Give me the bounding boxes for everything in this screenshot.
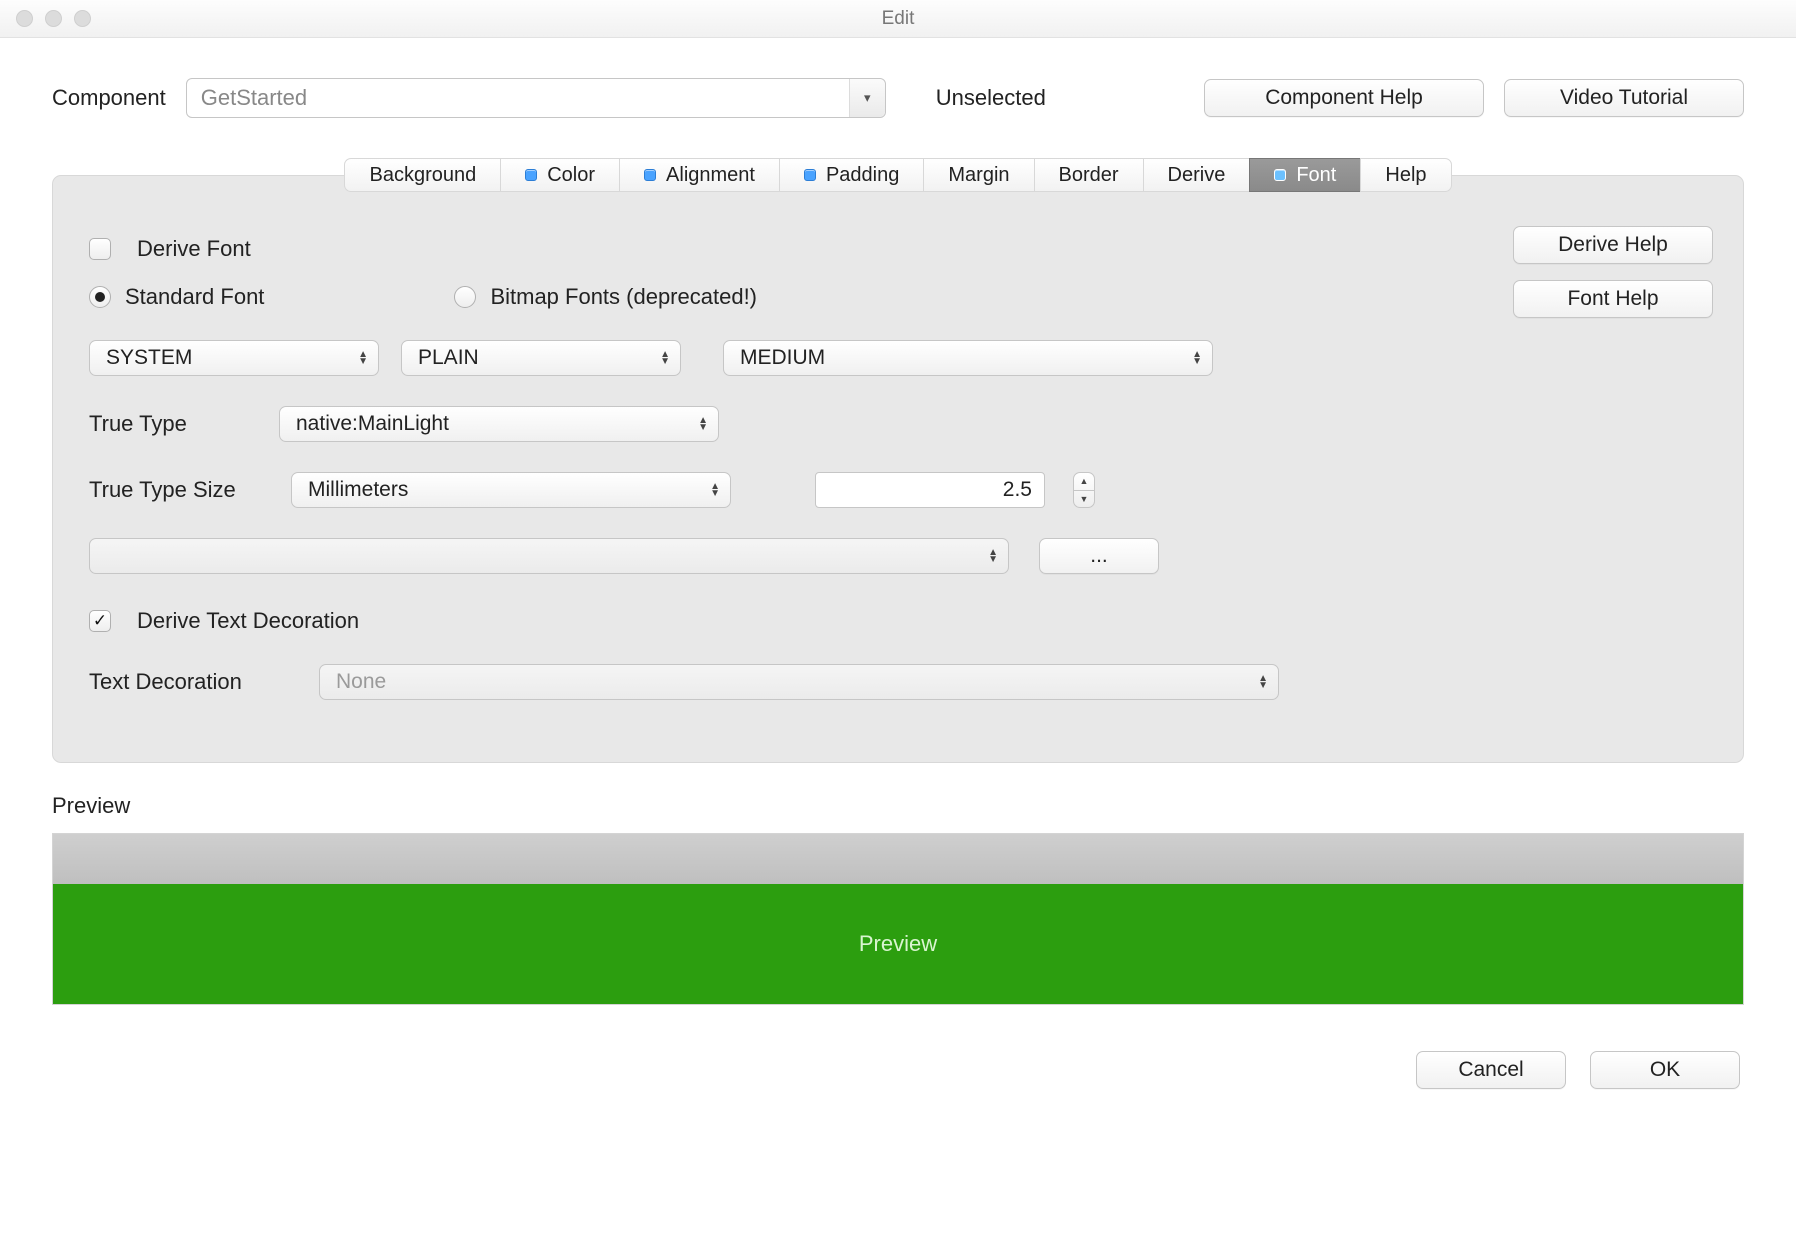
system-font-selects-row: SYSTEM ▲▼ PLAIN ▲▼ MEDIUM ▲▼ bbox=[89, 340, 1713, 376]
edit-window: Edit Component ▾ Unselected Component He… bbox=[0, 0, 1796, 1260]
preview-box: Preview bbox=[52, 833, 1744, 1005]
tab-margin[interactable]: Margin bbox=[923, 158, 1033, 192]
tab-padding[interactable]: Padding bbox=[779, 158, 923, 192]
preview-section: Preview Preview bbox=[52, 793, 1744, 1005]
tab-indicator-icon bbox=[804, 169, 816, 181]
font-style-select[interactable]: PLAIN ▲▼ bbox=[401, 340, 681, 376]
ok-button[interactable]: OK bbox=[1590, 1051, 1740, 1089]
updown-icon: ▲▼ bbox=[1258, 675, 1268, 689]
tab-indicator-icon bbox=[525, 169, 537, 181]
tab-label: Border bbox=[1059, 164, 1119, 187]
true-type-row: True Type native:MainLight ▲▼ bbox=[89, 406, 1713, 442]
content-area: Component ▾ Unselected Component Help Vi… bbox=[0, 38, 1796, 1260]
font-mode-row: Standard Font Bitmap Fonts (deprecated!) bbox=[89, 284, 1713, 310]
tab-label: Help bbox=[1385, 164, 1426, 187]
bitmap-fonts-radio[interactable] bbox=[454, 286, 476, 308]
true-type-select[interactable]: native:MainLight ▲▼ bbox=[279, 406, 719, 442]
updown-icon: ▲▼ bbox=[988, 549, 998, 563]
font-file-row: ▲▼ ... bbox=[89, 538, 1713, 574]
true-type-size-label: True Type Size bbox=[89, 477, 269, 503]
cancel-button[interactable]: Cancel bbox=[1416, 1051, 1566, 1089]
tab-label: Padding bbox=[826, 164, 899, 187]
tab-alignment[interactable]: Alignment bbox=[619, 158, 779, 192]
chevron-down-icon: ▾ bbox=[864, 90, 871, 106]
tab-indicator-icon bbox=[1274, 169, 1286, 181]
tab-label: Font bbox=[1296, 164, 1336, 187]
tabbar: Background Color Alignment Padding Margin Bor… bbox=[344, 158, 1451, 192]
tab-label: Margin bbox=[948, 164, 1009, 187]
component-combo[interactable]: ▾ bbox=[186, 78, 886, 118]
tab-label: Color bbox=[547, 164, 595, 187]
tab-font[interactable]: Font bbox=[1249, 158, 1360, 192]
true-type-size-stepper[interactable]: ▲ ▼ bbox=[1073, 472, 1095, 508]
derive-text-decoration-label: Derive Text Decoration bbox=[137, 608, 359, 634]
unselected-label: Unselected bbox=[936, 85, 1046, 111]
font-file-select[interactable]: ▲▼ bbox=[89, 538, 1009, 574]
derive-text-decoration-checkbox[interactable]: ✓ bbox=[89, 610, 111, 632]
font-panel: Derive Help Font Help Derive Font Standa… bbox=[52, 175, 1744, 763]
standard-font-label: Standard Font bbox=[125, 284, 264, 310]
preview-header-bar bbox=[53, 834, 1743, 884]
updown-icon: ▲▼ bbox=[1192, 351, 1202, 365]
help-buttons: Derive Help Font Help bbox=[1513, 226, 1713, 318]
font-file-browse-button[interactable]: ... bbox=[1039, 538, 1159, 574]
derive-font-label: Derive Font bbox=[137, 236, 251, 262]
preview-body: Preview bbox=[53, 884, 1743, 1004]
text-decoration-select: None ▲▼ bbox=[319, 664, 1279, 700]
tab-label: Derive bbox=[1168, 164, 1226, 187]
updown-icon: ▲▼ bbox=[698, 417, 708, 431]
derive-text-decoration-row: ✓ Derive Text Decoration bbox=[89, 608, 1713, 634]
tab-background[interactable]: Background bbox=[344, 158, 500, 192]
updown-icon: ▲▼ bbox=[358, 351, 368, 365]
stepper-down-icon[interactable]: ▼ bbox=[1074, 491, 1094, 508]
derive-help-button[interactable]: Derive Help bbox=[1513, 226, 1713, 264]
true-type-size-row: True Type Size Millimeters ▲▼ 2.5 ▲ ▼ bbox=[89, 472, 1713, 508]
tab-label: Alignment bbox=[666, 164, 755, 187]
preview-text: Preview bbox=[859, 931, 937, 957]
tab-help[interactable]: Help bbox=[1360, 158, 1451, 192]
window-title: Edit bbox=[0, 8, 1796, 30]
updown-icon: ▲▼ bbox=[660, 351, 670, 365]
tab-border[interactable]: Border bbox=[1034, 158, 1143, 192]
derive-font-row: Derive Font bbox=[89, 236, 1713, 262]
component-dropdown-button[interactable]: ▾ bbox=[849, 79, 885, 117]
video-tutorial-button[interactable]: Video Tutorial bbox=[1504, 79, 1744, 117]
stepper-up-icon[interactable]: ▲ bbox=[1074, 473, 1094, 491]
preview-section-label: Preview bbox=[52, 793, 1744, 819]
text-decoration-label: Text Decoration bbox=[89, 669, 289, 695]
text-decoration-row: Text Decoration None ▲▼ bbox=[89, 664, 1713, 700]
titlebar: Edit bbox=[0, 0, 1796, 38]
tab-derive[interactable]: Derive bbox=[1143, 158, 1250, 192]
tab-label: Background bbox=[369, 164, 476, 187]
true-type-size-unit-select[interactable]: Millimeters ▲▼ bbox=[291, 472, 731, 508]
updown-icon: ▲▼ bbox=[710, 483, 720, 497]
component-input[interactable] bbox=[187, 85, 849, 111]
tab-indicator-icon bbox=[644, 169, 656, 181]
font-size-select[interactable]: MEDIUM ▲▼ bbox=[723, 340, 1213, 376]
tab-color[interactable]: Color bbox=[500, 158, 619, 192]
font-help-button[interactable]: Font Help bbox=[1513, 280, 1713, 318]
standard-font-radio[interactable] bbox=[89, 286, 111, 308]
true-type-size-value[interactable]: 2.5 bbox=[815, 472, 1045, 508]
font-family-select[interactable]: SYSTEM ▲▼ bbox=[89, 340, 379, 376]
bitmap-fonts-label: Bitmap Fonts (deprecated!) bbox=[490, 284, 757, 310]
component-label: Component bbox=[52, 85, 166, 111]
dialog-footer: Cancel OK bbox=[52, 1051, 1744, 1089]
component-row: Component ▾ Unselected Component Help Vi… bbox=[52, 78, 1744, 118]
component-help-button[interactable]: Component Help bbox=[1204, 79, 1484, 117]
derive-font-checkbox[interactable] bbox=[89, 238, 111, 260]
true-type-label: True Type bbox=[89, 411, 229, 437]
